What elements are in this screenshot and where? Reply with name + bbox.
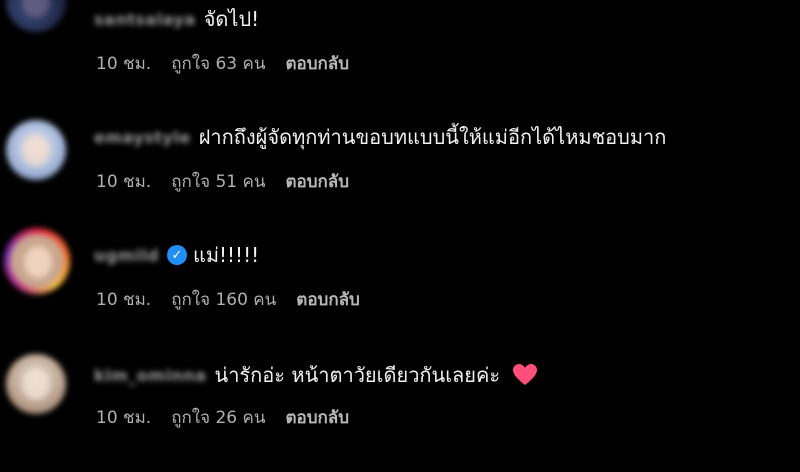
comment-time: 10 ชม.: [96, 289, 152, 310]
comment-likes[interactable]: ถูกใจ 51 คน: [171, 168, 265, 195]
comment-item: ugmild ✓ แม่!!!!! 10 ชม. ถูกใจ 160 คน ตอ…: [0, 228, 800, 354]
comment-time: 10 ชม.: [96, 53, 152, 74]
comment-item: emaystyle ฝากถึงผู้จัดทุกท่านขอบทแบบนี้ใ…: [0, 118, 800, 236]
comment-text: น่ารักอ่ะ หน้าตาวัยเดียวกันเลยค่ะ: [214, 363, 501, 387]
comment-text: แม่!!!!!: [192, 243, 260, 267]
heart-emoji-icon: [512, 363, 538, 387]
comment-item: kim_ominna น่ารักอ่ะ หน้าตาวัยเดียวกันเล…: [0, 354, 800, 472]
comment-text: ฝากถึงผู้จัดทุกท่านขอบทแบบนี้ให้แม่อีกได…: [198, 125, 667, 149]
comment-time: 10 ชม.: [96, 171, 152, 192]
comment-username[interactable]: kim_ominna: [94, 366, 207, 385]
avatar[interactable]: [4, 228, 70, 294]
reply-button[interactable]: ตอบกลับ: [285, 404, 349, 431]
comment-likes[interactable]: ถูกใจ 160 คน: [171, 286, 276, 313]
comment-likes[interactable]: ถูกใจ 63 คน: [171, 50, 265, 77]
comment-username[interactable]: santsalaya: [94, 10, 196, 29]
comment-text: จัดไป!: [203, 7, 260, 31]
comment-username[interactable]: emaystyle: [94, 128, 191, 147]
reply-button[interactable]: ตอบกลับ: [296, 286, 360, 313]
comment-time: 10 ชม.: [96, 407, 152, 428]
avatar[interactable]: [6, 354, 66, 414]
reply-button[interactable]: ตอบกลับ: [285, 168, 349, 195]
comment-likes[interactable]: ถูกใจ 26 คน: [171, 404, 265, 431]
reply-button[interactable]: ตอบกลับ: [285, 50, 349, 77]
verified-badge-icon: ✓: [166, 245, 187, 265]
avatar[interactable]: [6, 0, 66, 32]
avatar[interactable]: [6, 120, 66, 180]
comment-item: santsalaya จัดไป! 10 ชม. ถูกใจ 63 คน ตอบ…: [0, 0, 800, 118]
comment-username[interactable]: ugmild: [94, 246, 159, 265]
